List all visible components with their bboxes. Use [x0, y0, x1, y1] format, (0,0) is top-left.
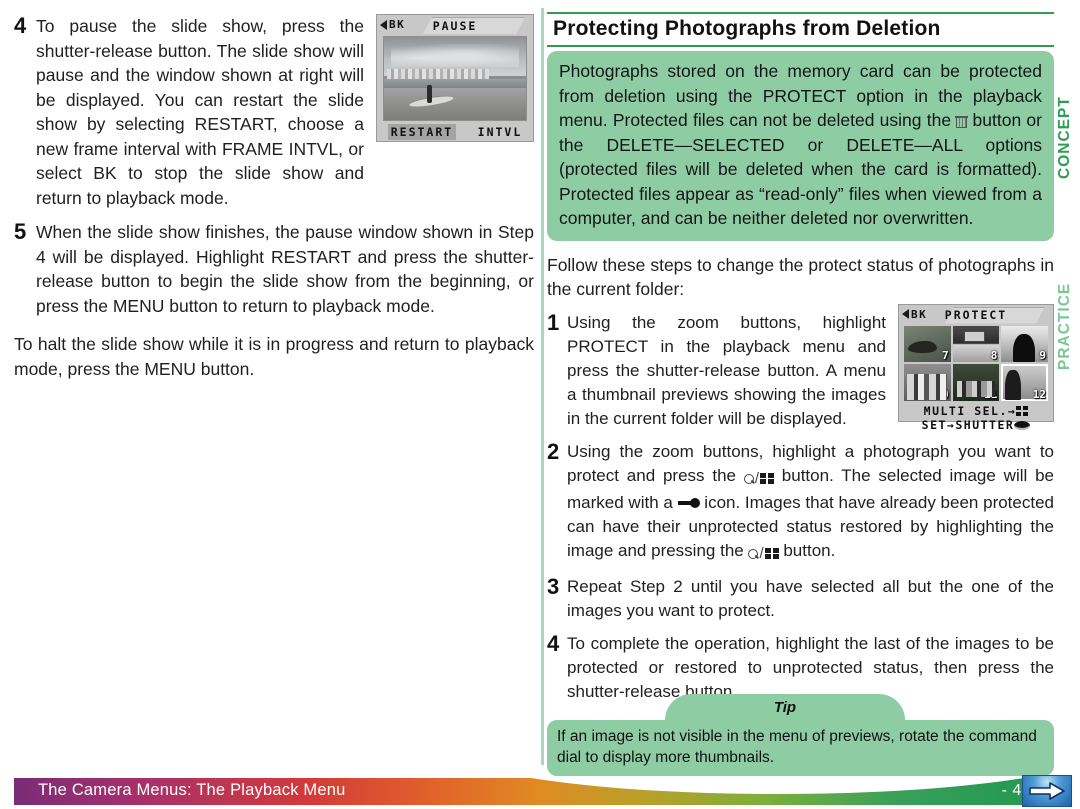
- practice-tab-label: PRACTICE: [1056, 282, 1073, 370]
- pause-lcd-photo: [383, 36, 527, 121]
- footer-chapter-label: The Camera Menus: The Playback Menu: [38, 781, 346, 799]
- thumbnail-number: 9: [1039, 349, 1046, 362]
- thumbnail-grid-icon: [759, 472, 774, 484]
- pause-lcd-title: PAUSE: [432, 18, 478, 33]
- protect-lcd-screenshot: BK PROTECT 7 8 9 10 11 12 MULTI SEL.→ SE…: [898, 303, 1054, 432]
- zoom-thumbnail-icon: /: [748, 541, 779, 566]
- slash-separator: /: [759, 544, 764, 562]
- tip-label: Tip: [773, 699, 797, 716]
- photo-sea: [384, 78, 526, 89]
- magnifier-icon: [743, 473, 754, 484]
- photo-clouds: [391, 43, 519, 67]
- thumbnail-item[interactable]: 10: [904, 364, 951, 401]
- protect-lcd-footer-line1: MULTI SEL.→: [923, 403, 1017, 418]
- thumbnail-item[interactable]: 7: [904, 325, 951, 362]
- practice-step-3: 3 Repeat Step 2 until you have selected …: [547, 575, 1054, 623]
- practice-step-1: 1 Using the zoom buttons, highlight PROT…: [547, 311, 886, 431]
- left-column: BK PAUSE RESTART INTVL 4 To pause the sl…: [14, 14, 534, 381]
- practice-step-2: 2 Using the zoom buttons, highlight a ph…: [547, 440, 1054, 566]
- thumbnail-number: 7: [942, 349, 949, 362]
- footer-curve-shape: [453, 778, 1060, 794]
- thumbnail-number: 8: [990, 349, 998, 362]
- command-dial-icon: [1014, 420, 1031, 430]
- left-step-5-number: 5: [14, 219, 27, 244]
- thumbnail-grid-icon: [1016, 405, 1029, 416]
- tip-text: If an image is not visible in the menu o…: [547, 720, 1054, 776]
- practice-step-2-text: Using the zoom buttons, highlight a phot…: [567, 440, 1054, 566]
- practice-step-4: 4 To complete the operation, highlight t…: [547, 632, 1054, 704]
- right-arrow-icon: [1029, 782, 1065, 800]
- pause-lcd-topbar: BK PAUSE: [377, 15, 533, 34]
- left-step-5-text: When the slide show finishes, the pause …: [36, 222, 534, 316]
- pause-lcd-screenshot: BK PAUSE RESTART INTVL: [376, 14, 534, 142]
- left-step-4: 4 To pause the slide show, press the shu…: [14, 14, 364, 210]
- protect-key-icon: [677, 497, 700, 509]
- protect-lcd-topbar: BK PROTECT: [899, 305, 1053, 324]
- concept-box: Photographs stored on the memory card ca…: [547, 51, 1054, 241]
- left-step-4-text: To pause the slide show, press the shutt…: [36, 16, 364, 208]
- left-closing-paragraph: To halt the slide show while it is in pr…: [14, 334, 534, 379]
- pause-lcd-intvl-button[interactable]: INTVL: [478, 125, 523, 139]
- thumbnail-item-selected[interactable]: 12: [1001, 364, 1048, 401]
- thumbnail-item[interactable]: 11: [952, 364, 1000, 401]
- practice-step-4-text: To complete the operation, highlight the…: [567, 633, 1054, 701]
- concept-tab-label: CONCEPT: [1056, 96, 1073, 180]
- right-column: Protecting Photographs from Deletion Pho…: [541, 0, 1080, 775]
- protect-lcd-footer-line2: SET→SHUTTER: [921, 417, 1015, 432]
- footer-gradient-bar: The Camera Menus: The Playback Menu - 43…: [14, 778, 1060, 805]
- practice-body: Follow these steps to change the protect…: [547, 253, 1054, 704]
- thumbnail-item[interactable]: 9: [1001, 325, 1048, 362]
- left-step-5: 5 When the slide show finishes, the paus…: [14, 220, 534, 318]
- thumbnail-item[interactable]: 8: [952, 325, 1000, 362]
- left-step-4-number: 4: [14, 13, 27, 38]
- thumbnail-number: 10: [935, 387, 949, 401]
- pause-lcd-buttons: RESTART INTVL: [377, 123, 533, 141]
- protect-lcd-title: PROTECT: [944, 308, 1008, 322]
- magnifier-icon: [748, 548, 759, 559]
- tip-banner: Tip: [547, 694, 1054, 720]
- next-page-button[interactable]: [1022, 775, 1072, 807]
- practice-intro-paragraph: Follow these steps to change the protect…: [547, 254, 1054, 300]
- practice-step-3-number: 3: [547, 573, 560, 599]
- protect-lcd-footer: MULTI SEL.→ SET→SHUTTER: [899, 403, 1053, 434]
- manual-page: BK PAUSE RESTART INTVL 4 To pause the sl…: [0, 0, 1080, 809]
- slash-separator: /: [754, 469, 759, 487]
- thumbnail-grid-icon: [764, 547, 779, 559]
- photo-surfer: [426, 85, 432, 104]
- practice-step-1-number: 1: [547, 309, 560, 335]
- zoom-thumbnail-icon: /: [743, 466, 774, 491]
- practice-step-2-number: 2: [547, 438, 560, 464]
- protect-thumbnail-grid: 7 8 9 10 11 12: [904, 325, 1048, 401]
- practice-step-4-number: 4: [547, 630, 560, 656]
- practice-step-2-seg4: button.: [778, 540, 836, 560]
- thumbnail-number: 12: [1032, 387, 1046, 401]
- tip-box: Tip If an image is not visible in the me…: [547, 694, 1054, 776]
- protect-lcd-footer-line2-row: SET→SHUTTER: [899, 418, 1053, 432]
- practice-step-3-text: Repeat Step 2 until you have selected al…: [567, 576, 1054, 620]
- pause-lcd-restart-button[interactable]: RESTART: [387, 124, 457, 140]
- practice-step-1-text: Using the zoom buttons, highlight PROTEC…: [567, 312, 886, 428]
- section-title: Protecting Photographs from Deletion: [547, 12, 1054, 47]
- protect-lcd-footer-line1-row: MULTI SEL.→: [899, 404, 1053, 418]
- trash-icon: [955, 115, 969, 128]
- photo-beach: [384, 88, 526, 120]
- page-footer: The Camera Menus: The Playback Menu - 43…: [0, 775, 1080, 809]
- thumbnail-number: 11: [984, 387, 998, 401]
